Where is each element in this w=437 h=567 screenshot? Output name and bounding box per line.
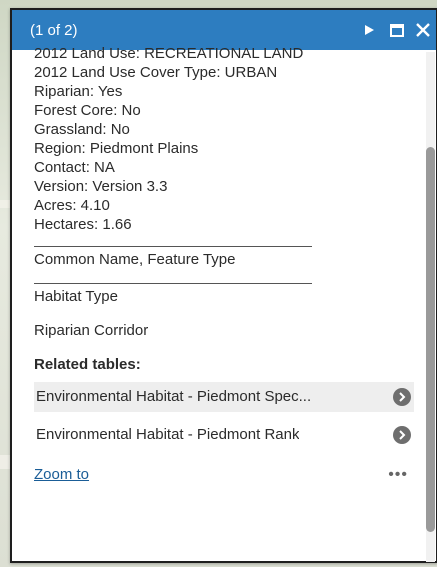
arrow-right-icon	[393, 426, 411, 444]
attribute-line: Grassland: No	[34, 121, 130, 138]
popup-content: 2012 Land Use: RECREATIONAL LAND 2012 La…	[34, 46, 414, 550]
attribute-line: Contact: NA	[34, 159, 115, 176]
arrow-right-icon	[393, 388, 411, 406]
related-table-label: Environmental Habitat - Piedmont Rank	[36, 426, 300, 443]
related-tables-heading: Related tables:	[34, 356, 141, 373]
attribute-line: Acres: 4.10	[34, 197, 110, 214]
habitat-type-label: Habitat Type	[34, 288, 118, 305]
close-icon	[416, 23, 430, 37]
related-table-item[interactable]: Environmental Habitat - Piedmont Rank	[34, 420, 414, 450]
divider	[34, 246, 312, 247]
popup-footer: Zoom to •••	[34, 464, 414, 486]
related-table-label: Environmental Habitat - Piedmont Spec...	[36, 388, 312, 405]
feature-popup: (1 of 2) 2012 Land Use: RECREATIONAL LAN…	[10, 8, 437, 563]
zoom-to-link[interactable]: Zoom to	[34, 466, 89, 483]
attribute-line: Region: Piedmont Plains	[34, 140, 199, 157]
divider	[34, 283, 312, 284]
attribute-line: 2012 Land Use Cover Type: URBAN	[34, 64, 278, 81]
scrollbar-track[interactable]	[426, 52, 435, 562]
close-button[interactable]	[413, 20, 433, 40]
habitat-value: Riparian Corridor	[34, 322, 149, 339]
related-table-item[interactable]: Environmental Habitat - Piedmont Spec...	[34, 382, 414, 412]
more-options-icon[interactable]: •••	[388, 464, 408, 486]
popup-header: (1 of 2)	[12, 10, 436, 50]
scrollbar-thumb[interactable]	[426, 147, 435, 532]
attribute-line: Version: Version 3.3	[34, 178, 168, 195]
attribute-line: Forest Core: No	[34, 102, 141, 119]
maximize-button[interactable]	[387, 20, 407, 40]
next-icon	[365, 25, 374, 35]
popup-title: (1 of 2)	[30, 22, 78, 39]
maximize-icon	[390, 24, 404, 37]
attribute-line: Riparian: Yes	[34, 83, 123, 100]
common-name-label: Common Name, Feature Type	[34, 251, 236, 268]
attribute-line: 2012 Land Use: RECREATIONAL LAND	[34, 46, 304, 62]
next-feature-button[interactable]	[359, 20, 379, 40]
attribute-line: Hectares: 1.66	[34, 216, 132, 233]
